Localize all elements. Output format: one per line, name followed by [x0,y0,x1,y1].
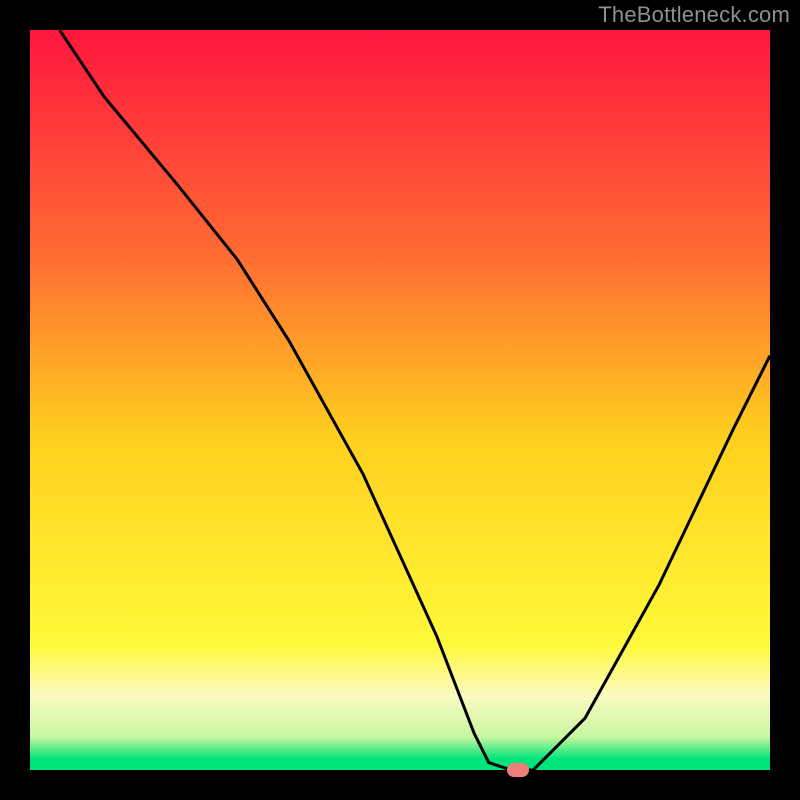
chart-stage: TheBottleneck.com [0,0,800,800]
optimum-indicator [507,763,529,777]
bottleneck-chart-svg [30,30,770,770]
plot-area [30,30,770,770]
attribution-text: TheBottleneck.com [598,2,790,28]
